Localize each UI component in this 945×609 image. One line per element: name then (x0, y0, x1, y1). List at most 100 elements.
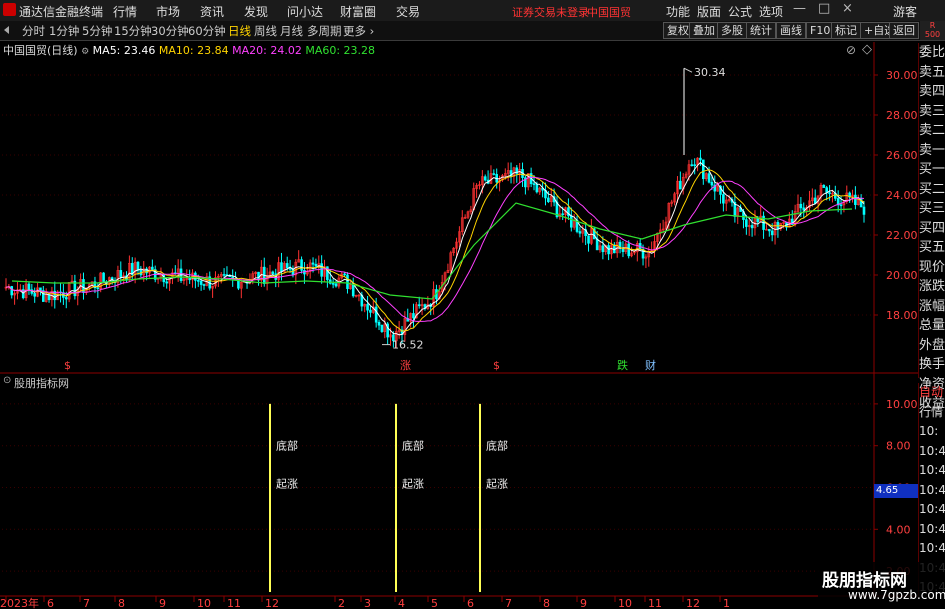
sub-tick-label: 4.00 (886, 523, 911, 536)
subpanel-mode-label[interactable]: 行情 (919, 403, 945, 423)
signal-bottom-text: 底部 (276, 439, 298, 453)
menu-item-layout[interactable]: 版面 (697, 3, 721, 20)
candle-body (561, 213, 564, 216)
period-intraday[interactable]: 分时 (22, 23, 45, 39)
menu-item-formula[interactable]: 公式 (728, 3, 752, 20)
x-tick-label: 2023年 (0, 596, 39, 609)
trade-time-label: 10:45 (919, 521, 945, 536)
app-logo-icon (3, 3, 16, 16)
quote-field-label: 换手 (919, 357, 945, 372)
menu-item-discover[interactable]: 发现 (244, 3, 268, 20)
ma60-line (11, 202, 853, 300)
toolbar-back[interactable]: 返回 (889, 22, 919, 39)
event-marker: 跌 (617, 358, 628, 372)
candle-body (710, 181, 714, 186)
quote-field-label: 卖四 (919, 84, 945, 99)
period-1min[interactable]: 1分钟 (49, 23, 79, 39)
period-more-label: 更多 (343, 24, 366, 38)
candle-body (822, 184, 826, 188)
chart-settings-icon[interactable]: ⊘ (846, 43, 856, 57)
candle-body (196, 280, 200, 282)
period-5min[interactable]: 5分钟 (82, 23, 112, 39)
x-tick-label: 9 (580, 597, 587, 609)
sub-tick-label: 8.00 (886, 440, 911, 453)
quote-panel: 委比 卖五 卖四 卖三 卖二 卖一 买一 买二 买三 买四 买五 现价 涨跌 涨幅 总量 外盘 换手 净资 收益 (918, 43, 945, 411)
app-title: 通达信金融终端 (19, 5, 104, 19)
subpanel-title: 股朋指标网 (14, 377, 69, 390)
x-tick-label: 5 (431, 597, 438, 609)
collapse-left-icon[interactable] (4, 26, 9, 34)
subpanel-mode-label[interactable]: 自动 (919, 383, 945, 403)
menu-item-function[interactable]: 功能 (666, 3, 690, 20)
menu-item-trade[interactable]: 交易 (396, 3, 420, 20)
quote-field-label: 卖二 (919, 123, 945, 138)
watermark-url: www.7gpzb.com (848, 588, 945, 602)
maximize-icon[interactable]: □ (818, 1, 830, 16)
candle-body (314, 263, 318, 267)
candle-body (331, 283, 335, 285)
chart-expand-icon[interactable]: ◇ (862, 42, 872, 57)
main-tick-label: 30.00 (886, 69, 918, 82)
legend-ma20: MA20: 24.02 (232, 44, 302, 57)
period-more[interactable]: 更多 › (343, 23, 374, 39)
x-tick-label: 2 (338, 597, 345, 609)
menu-item-market[interactable]: 市场 (156, 3, 180, 20)
quote-field-label: 卖五 (919, 64, 945, 80)
main-tick-label: 20.00 (886, 269, 918, 282)
menu-item-news[interactable]: 资讯 (200, 3, 224, 20)
quote-field-label: 卖一 (919, 142, 945, 158)
candle-body (627, 243, 630, 257)
menu-item-options[interactable]: 选项 (759, 3, 783, 20)
period-60min[interactable]: 60分钟 (188, 23, 226, 39)
chart-grid (0, 42, 945, 602)
candle-body (280, 262, 283, 272)
candle-body (351, 284, 355, 297)
signal-rise-text: 起涨 (486, 477, 508, 490)
chart-panels[interactable]: 底部起涨底部起涨底部起涨 30.0028.0026.0024.0022.0020… (0, 40, 945, 609)
x-tick-label: 11 (648, 597, 662, 609)
candle-body (690, 164, 694, 166)
candle-body (862, 206, 866, 215)
period-15min[interactable]: 15分钟 (114, 23, 152, 39)
period-weekly[interactable]: 周线 (254, 23, 277, 39)
signal-rise-text: 起涨 (402, 477, 424, 490)
candle-body (188, 278, 191, 281)
candle-body (679, 180, 682, 190)
login-warning[interactable]: 证券交易未登录 (512, 4, 589, 20)
legend-gear-icon[interactable]: ⚙ (81, 47, 89, 57)
quote-field-label: 卖三 (919, 103, 945, 119)
period-30min[interactable]: 30分钟 (151, 23, 189, 39)
toolbar-mark[interactable]: 标记 (831, 22, 861, 39)
candle-body (813, 197, 817, 204)
period-monthly[interactable]: 月线 (280, 23, 303, 39)
candle-body (693, 164, 696, 167)
period-multi[interactable]: 多周期 (307, 23, 342, 39)
candle-body (377, 321, 381, 326)
close-icon[interactable]: × (842, 1, 853, 16)
toolbar-multistock[interactable]: 多股 (717, 22, 747, 39)
trade-time-label: 10:45 (919, 482, 945, 497)
candle-body (699, 157, 702, 161)
rsi-tag[interactable]: R 500 (920, 21, 945, 40)
period-daily[interactable]: 日线 (228, 23, 251, 39)
minimize-icon[interactable]: — (793, 1, 806, 16)
menu-item-quotes[interactable]: 行情 (113, 3, 137, 20)
toolbar-stats[interactable]: 统计 (746, 22, 776, 39)
x-tick-label: 3 (364, 597, 371, 609)
candle-body (300, 259, 303, 271)
menu-item-wealth[interactable]: 财富圈 (340, 3, 376, 20)
candle-body (570, 215, 573, 228)
candle-body (199, 280, 203, 285)
subpanel-chevron-icon[interactable]: ⊙ (3, 375, 11, 386)
ma-legend: 中国国贸(日线) ⚙ MA5: 23.46 MA10: 23.84 MA20: … (3, 42, 375, 58)
menu-item-ask[interactable]: 问小达 (287, 3, 323, 20)
candle-body (151, 266, 154, 270)
quote-field-label: 买二 (919, 181, 945, 197)
toolbar-overlay[interactable]: 叠加 (689, 22, 719, 39)
toolbar-draw[interactable]: 画线 (776, 22, 806, 39)
x-tick-label: 8 (118, 597, 125, 609)
candle-body (380, 324, 384, 332)
trade-time-label: 10:45 (919, 443, 945, 458)
quote-field-label: 买四 (919, 220, 945, 236)
user-guest[interactable]: 游客 (893, 3, 917, 20)
